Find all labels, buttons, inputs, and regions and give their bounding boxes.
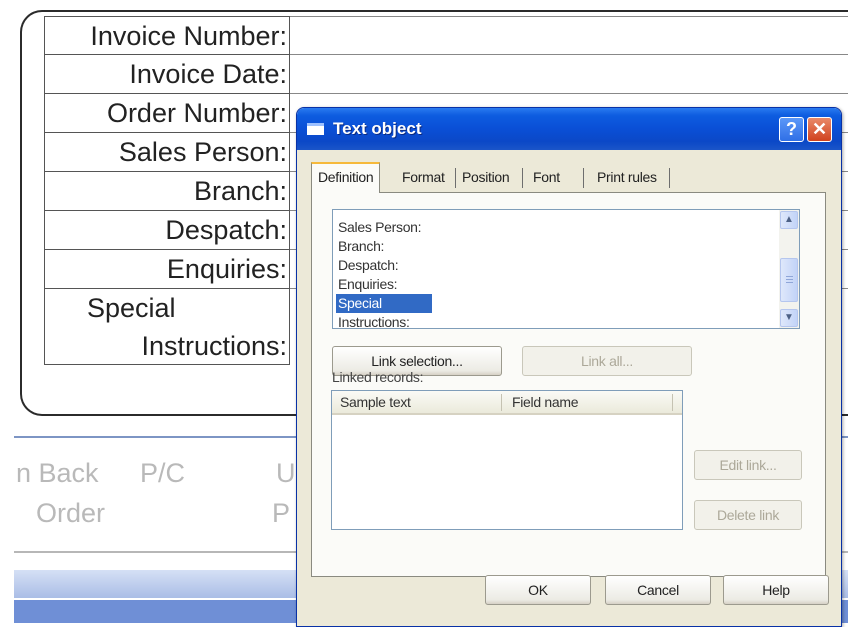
tab-font[interactable]: Font <box>533 164 560 190</box>
label-sales-person[interactable]: Sales Person: <box>45 133 289 172</box>
invoice-label-grid: Invoice Number: Invoice Date: Order Numb… <box>44 16 290 365</box>
column-heading-pc: P/C <box>140 458 186 488</box>
fields-listbox[interactable]: Sales Person: Branch: Despatch: Enquirie… <box>332 209 800 329</box>
text-object-dialog: Text object ? ✕ Sales Person: Branch: De… <box>296 107 842 627</box>
scroll-up-icon[interactable]: ▲ <box>780 211 798 229</box>
label-despatch[interactable]: Despatch: <box>45 211 289 250</box>
scroll-down-icon[interactable]: ▼ <box>780 309 798 327</box>
column-field-name[interactable]: Field name <box>512 391 579 413</box>
column-heading-p: P <box>272 498 291 528</box>
label-special-line2: Instructions: <box>141 331 287 361</box>
column-divider <box>672 394 673 411</box>
column-sample-text[interactable]: Sample text <box>340 391 411 413</box>
list-item[interactable]: Instructions: <box>336 313 432 328</box>
tab-separator <box>455 168 456 188</box>
grip-line <box>786 276 793 277</box>
grip-line <box>786 282 793 283</box>
linked-records-table[interactable]: Sample text Field name <box>331 390 683 530</box>
tab-position[interactable]: Position <box>462 164 510 190</box>
help-button[interactable]: Help <box>723 575 829 605</box>
linked-records-label: Linked records: <box>332 369 424 385</box>
window-icon <box>307 123 324 135</box>
tab-separator <box>669 168 670 188</box>
dialog-title: Text object <box>333 119 422 138</box>
cancel-button[interactable]: Cancel <box>605 575 711 605</box>
label-special-instructions[interactable]: Special Instructions: <box>45 289 289 365</box>
tab-print-rules[interactable]: Print rules <box>597 164 657 190</box>
label-order-number[interactable]: Order Number: <box>45 94 289 133</box>
delete-link-button[interactable]: Delete link <box>694 500 802 530</box>
column-heading-u: U <box>276 458 296 488</box>
linked-records-header: Sample text Field name <box>332 391 682 415</box>
link-all-button[interactable]: Link all... <box>522 346 692 376</box>
edit-link-button[interactable]: Edit link... <box>694 450 802 480</box>
tab-format[interactable]: Format <box>402 164 445 190</box>
label-enquiries[interactable]: Enquiries: <box>45 250 289 289</box>
value-row <box>288 55 848 94</box>
tab-definition[interactable]: Definition <box>311 162 381 193</box>
label-branch[interactable]: Branch: <box>45 172 289 211</box>
definition-panel: Sales Person: Branch: Despatch: Enquirie… <box>311 192 826 577</box>
list-scrollbar[interactable]: ▲ ▼ <box>779 210 799 328</box>
dialog-title-bar[interactable]: Text object ? ✕ <box>297 108 841 150</box>
label-invoice-date[interactable]: Invoice Date: <box>45 55 289 94</box>
column-heading-order: Order <box>36 498 106 528</box>
list-item-selected[interactable]: Special <box>336 294 432 313</box>
list-item[interactable]: Enquiries: <box>336 275 432 294</box>
column-divider <box>501 394 502 411</box>
value-row <box>288 16 848 55</box>
tab-separator <box>522 168 523 188</box>
grip-line <box>786 279 793 280</box>
list-item[interactable]: Branch: <box>336 237 432 256</box>
dialog-client: Sales Person: Branch: Despatch: Enquirie… <box>297 150 841 626</box>
list-item[interactable]: Despatch: <box>336 256 432 275</box>
title-help-button[interactable]: ? <box>779 117 804 142</box>
scroll-thumb[interactable] <box>780 258 798 302</box>
close-icon[interactable]: ✕ <box>807 117 832 142</box>
list-items: Sales Person: Branch: Despatch: Enquirie… <box>336 218 432 328</box>
label-special-line1: Special <box>87 293 176 323</box>
label-invoice-number[interactable]: Invoice Number: <box>45 16 289 55</box>
column-heading-back: n Back <box>16 458 99 488</box>
list-item[interactable]: Sales Person: <box>336 218 432 237</box>
ok-button[interactable]: OK <box>485 575 591 605</box>
tab-separator <box>583 168 584 188</box>
